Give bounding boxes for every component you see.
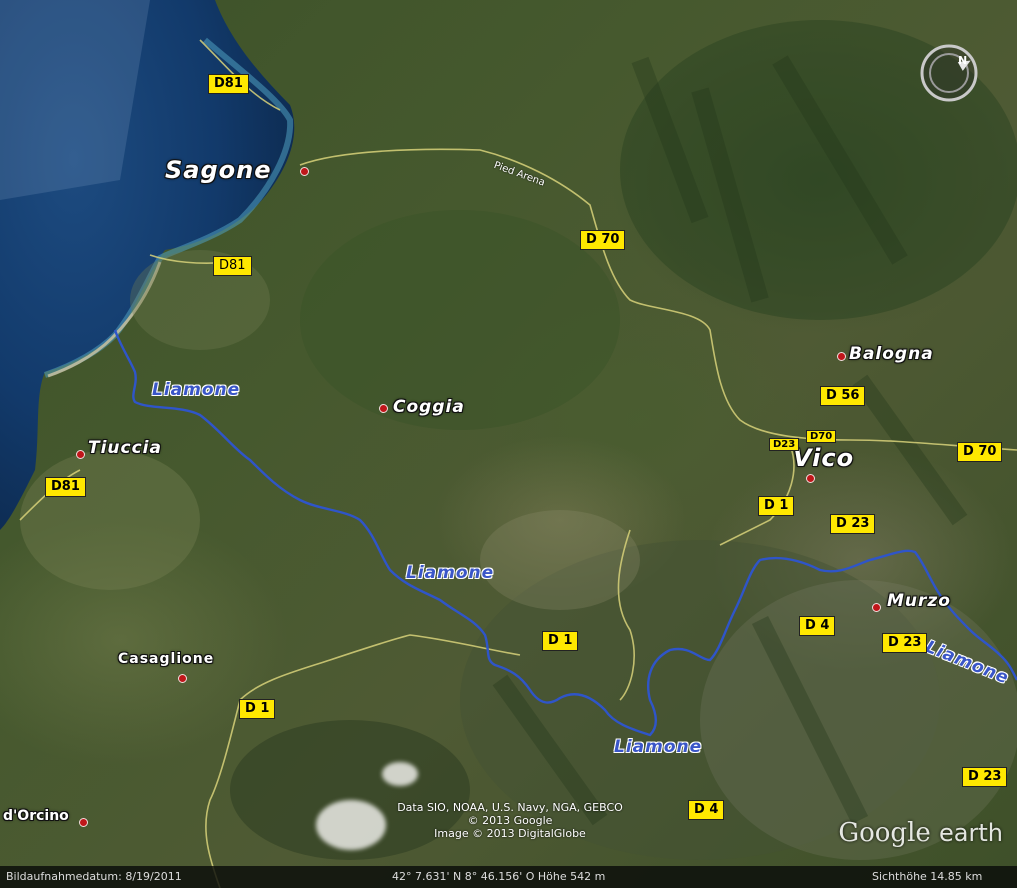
road-badge-d23-small[interactable]: D23 [769,438,800,451]
google-earth-logo: Google earth [838,818,1003,848]
compass-north-label: N [958,54,968,67]
place-label-balogna[interactable]: Balogna [849,344,934,364]
place-marker-vico[interactable] [806,474,815,483]
logo-google-text: Google [838,818,931,848]
road-badge-d1[interactable]: D 1 [239,699,276,719]
imagery-date: Bildaufnahmedatum: 8/19/2011 [6,870,182,883]
compass-control[interactable]: N [914,38,984,108]
river-label-liamone[interactable]: Liamone [614,737,702,757]
logo-earth-text: earth [939,819,1003,847]
river-label-liamone[interactable]: Liamone [152,380,240,400]
place-label-coggia[interactable]: Coggia [393,397,465,417]
road-badge-d1[interactable]: D 1 [542,631,579,651]
cursor-coordinates: 42° 7.631' N 8° 46.156' O Höhe 542 m [392,870,606,883]
attribution-line: © 2013 Google [467,814,553,827]
place-label-tiuccia[interactable]: Tiuccia [88,438,162,458]
road-badge-d1[interactable]: D 1 [758,496,795,516]
place-marker-orcino[interactable] [79,818,88,827]
road-badge-d81[interactable]: D81 [45,477,86,497]
river-label-liamone[interactable]: Liamone [406,563,494,583]
place-label-orcino[interactable]: d'Orcino [3,808,69,824]
place-marker-coggia[interactable] [379,404,388,413]
cloud [382,762,418,786]
road-badge-d70[interactable]: D 70 [957,442,1003,462]
attribution-line: Image © 2013 DigitalGlobe [434,827,586,840]
place-marker-sagone[interactable] [300,167,309,176]
road-badge-d81[interactable]: D81 [208,74,249,94]
place-label-vico[interactable]: Vico [793,444,854,472]
place-marker-balogna[interactable] [837,352,846,361]
map-attribution: Data SIO, NOAA, U.S. Navy, NGA, GEBCO © … [360,801,660,840]
eye-altitude: Sichthöhe 14.85 km [872,870,983,883]
road-badge-d70-small[interactable]: D70 [806,430,837,443]
place-marker-casaglione[interactable] [178,674,187,683]
road-badge-d4[interactable]: D 4 [799,616,836,636]
road-badge-d23[interactable]: D 23 [830,514,876,534]
attribution-line: Data SIO, NOAA, U.S. Navy, NGA, GEBCO [397,801,623,814]
status-bar: Bildaufnahmedatum: 8/19/2011 42° 7.631' … [0,866,1017,888]
place-label-sagone[interactable]: Sagone [165,156,272,184]
map-view[interactable]: N Sagone Tiuccia Coggia Balogna Vico Mur… [0,0,1017,888]
road-badge-d56[interactable]: D 56 [820,386,866,406]
road-badge-d4[interactable]: D 4 [688,800,725,820]
place-label-casaglione[interactable]: Casaglione [118,651,214,667]
compass-ring-icon [920,44,978,102]
road-badge-d70[interactable]: D 70 [580,230,626,250]
road-badge-d23[interactable]: D 23 [962,767,1008,787]
place-label-murzo[interactable]: Murzo [887,591,951,611]
road-badge-d23[interactable]: D 23 [882,633,928,653]
road-badge-d81[interactable]: D81 [213,256,252,276]
place-marker-tiuccia[interactable] [76,450,85,459]
place-marker-murzo[interactable] [872,603,881,612]
